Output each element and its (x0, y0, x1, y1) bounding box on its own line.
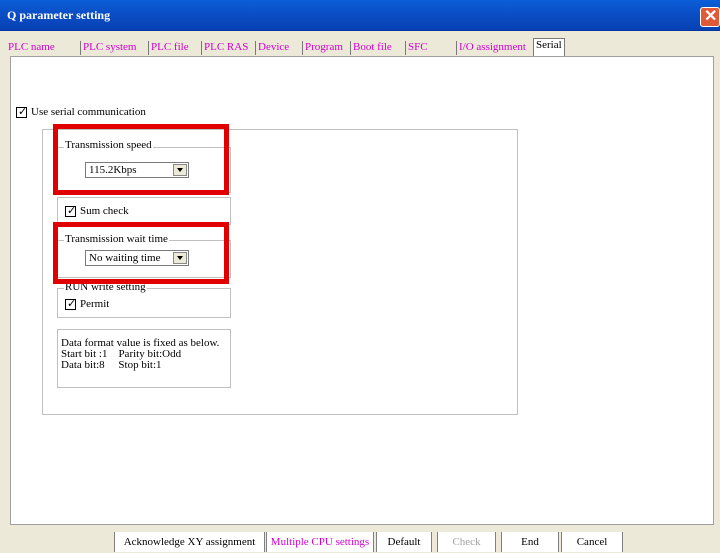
multiple-cpu-settings-button[interactable]: Multiple CPU settings (266, 532, 374, 552)
tab-plc-system[interactable]: PLC system (80, 41, 136, 55)
tab-plc-name[interactable]: PLC name (8, 41, 55, 55)
acknowledge-xy-button[interactable]: Acknowledge XY assignment (114, 532, 265, 552)
tab-io-assignment[interactable]: I/O assignment (456, 41, 526, 55)
tab-boot-file[interactable]: Boot file (350, 41, 392, 55)
check-button: Check (437, 532, 496, 552)
close-icon: ✕ (704, 8, 718, 25)
tab-serial[interactable]: Serial (533, 38, 565, 56)
data-format-line3: Data bit:8 Stop bit:1 (61, 359, 162, 371)
highlight-box-speed (53, 124, 229, 195)
highlight-box-wait-time (53, 222, 229, 284)
use-serial-checkbox[interactable]: ✓ (16, 105, 28, 118)
end-button[interactable]: End (501, 532, 559, 552)
tab-plc-file[interactable]: PLC file (148, 41, 189, 55)
permit-label: Permit (80, 298, 110, 310)
tab-plc-ras[interactable]: PLC RAS (201, 41, 248, 55)
tab-sfc[interactable]: SFC (405, 41, 428, 55)
check-icon: ✓ (67, 297, 77, 310)
cancel-button[interactable]: Cancel (561, 532, 623, 552)
sum-check-checkbox[interactable]: ✓ (65, 204, 77, 217)
permit-checkbox[interactable]: ✓ (65, 297, 77, 310)
tab-program[interactable]: Program (302, 41, 343, 55)
check-icon: ✓ (18, 105, 28, 118)
title-bar: Q parameter setting ✕ (0, 0, 720, 31)
use-serial-label: Use serial communication (31, 106, 146, 118)
sum-check-label: Sum check (80, 205, 129, 217)
window-title: Q parameter setting (7, 8, 111, 22)
close-button[interactable]: ✕ (700, 7, 720, 27)
check-icon: ✓ (67, 204, 77, 217)
tab-device[interactable]: Device (255, 41, 289, 55)
default-button[interactable]: Default (376, 532, 432, 552)
